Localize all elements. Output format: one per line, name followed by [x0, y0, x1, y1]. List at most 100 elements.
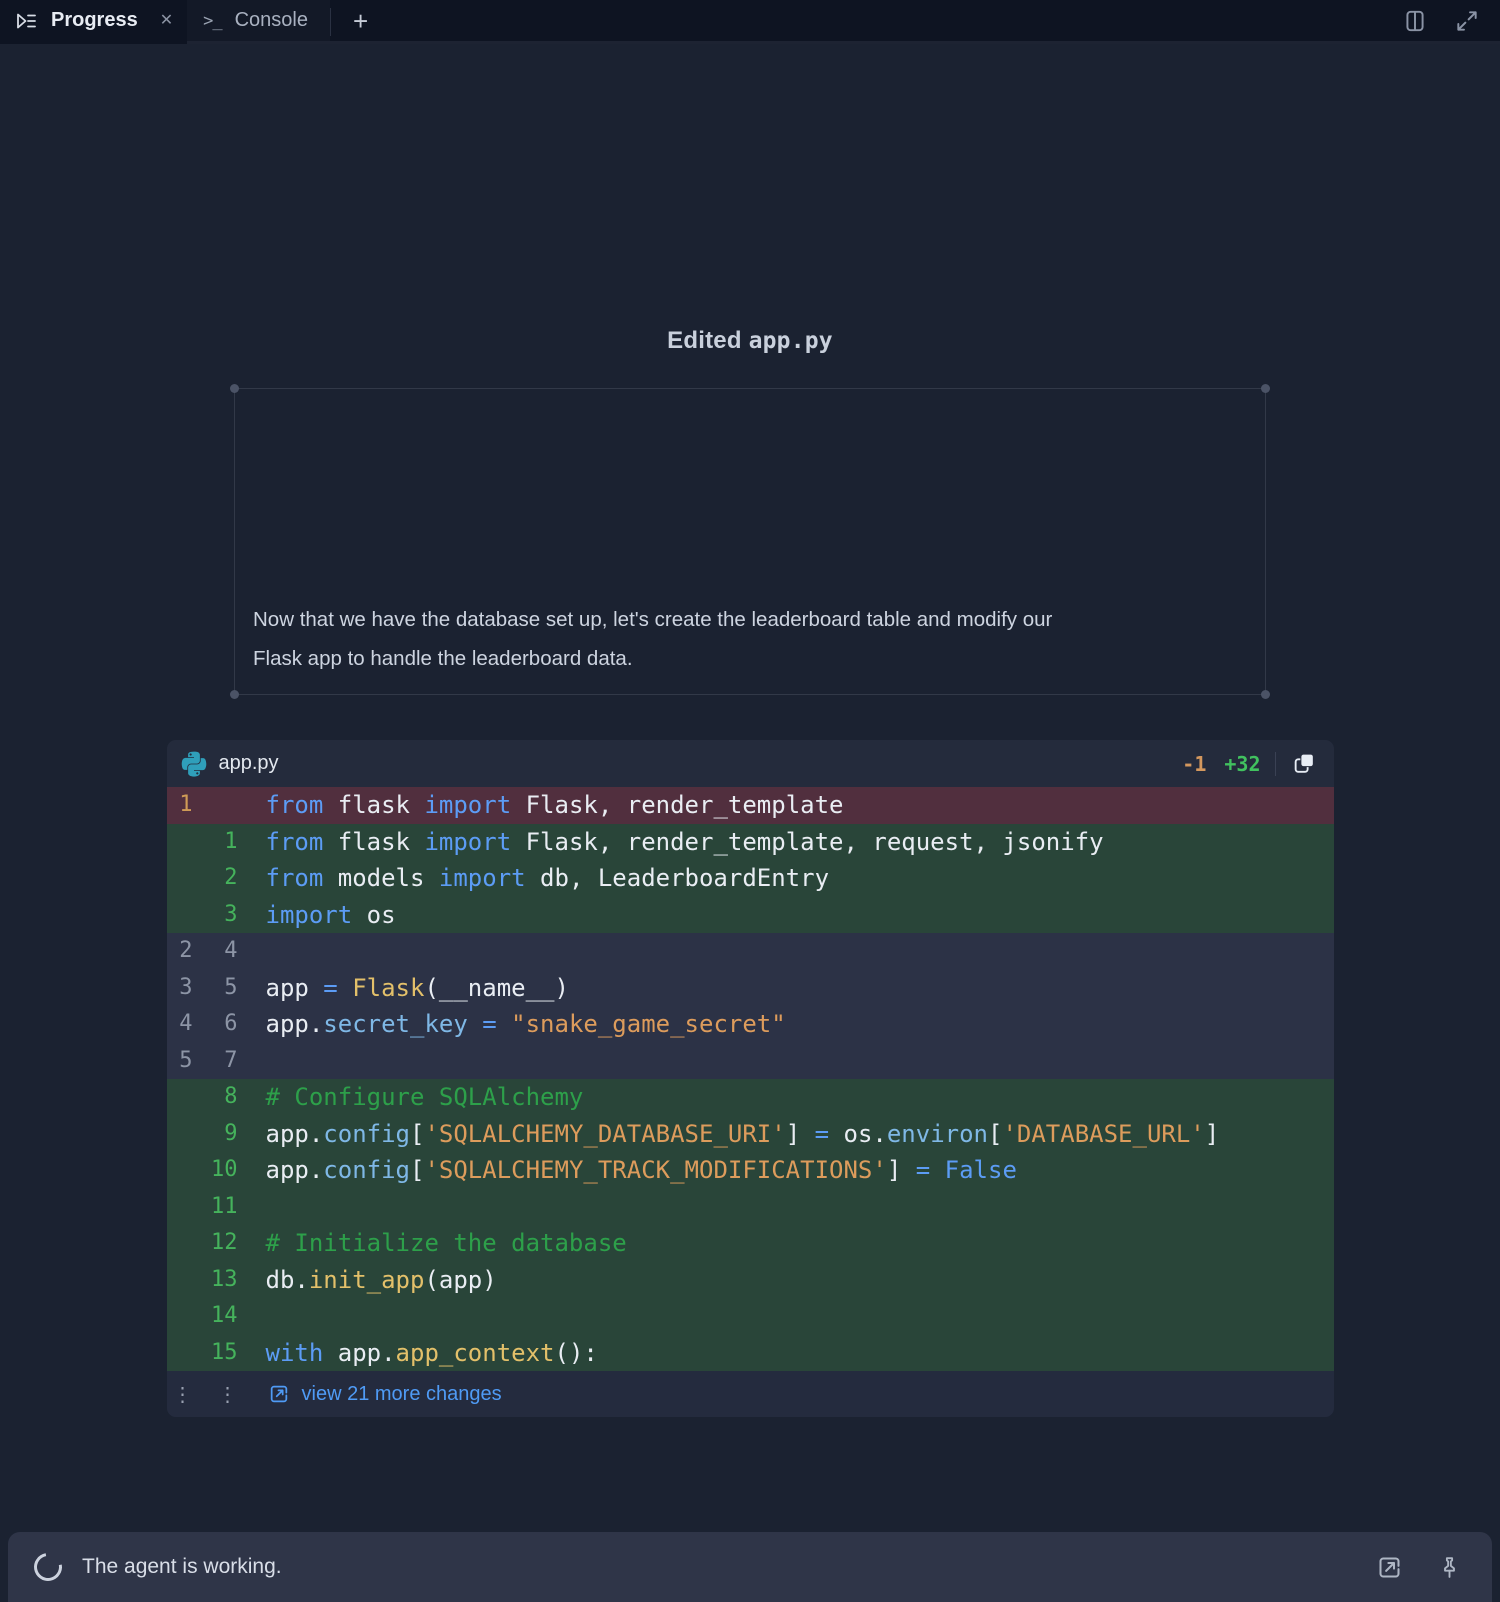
diff-row: 13db.init_app(app)	[167, 1262, 1334, 1299]
diff-row: 46app.secret_key = "snake_game_secret"	[167, 1006, 1334, 1043]
tab-console-label: Console	[235, 9, 308, 32]
pin-icon[interactable]	[1403, 1555, 1462, 1580]
code-line	[238, 1298, 266, 1335]
code-line: # Configure SQLAlchemy	[238, 1079, 584, 1116]
diff-rows: 1from flask import Flask, render_templat…	[167, 787, 1334, 1371]
diff-row: 57	[167, 1043, 1334, 1080]
old-line-number	[167, 1152, 193, 1189]
old-line-number	[167, 1116, 193, 1153]
tab-progress[interactable]: Progress ✕	[0, 0, 187, 44]
quote-corner-dot	[1261, 384, 1270, 393]
code-line: app.secret_key = "snake_game_secret"	[238, 1006, 786, 1043]
old-line-number	[167, 1225, 193, 1262]
tabbar-spacer	[390, 0, 1389, 41]
code-line: # Initialize the database	[238, 1225, 627, 1262]
quote-corner-dot	[230, 384, 239, 393]
diff-card: app.py -1 +32 1from flask import Flask, …	[167, 740, 1334, 1417]
progress-icon	[14, 9, 38, 33]
gutter-ellipsis: ⋮	[167, 1382, 193, 1407]
old-line-number	[167, 1079, 193, 1116]
diff-row: 2from models import db, LeaderboardEntry	[167, 860, 1334, 897]
new-line-number: 13	[193, 1262, 238, 1299]
old-line-number	[167, 1298, 193, 1335]
new-line-number: 7	[193, 1043, 238, 1080]
old-line-number	[167, 897, 193, 934]
diff-row: 10app.config['SQLALCHEMY_TRACK_MODIFICAT…	[167, 1152, 1334, 1189]
quote-corner-dot	[1261, 690, 1270, 699]
view-more-changes-link[interactable]: view 21 more changes	[268, 1383, 502, 1406]
code-line: app.config['SQLALCHEMY_TRACK_MODIFICATIO…	[238, 1152, 1017, 1189]
app-window: Progress ✕ >_ Console + Edited app.py	[0, 0, 1500, 1417]
progress-pane: Edited app.py Now that we have the datab…	[167, 327, 1334, 1417]
quote-text: Now that we have the database set up, le…	[253, 608, 1052, 670]
diff-row: 24	[167, 933, 1334, 970]
code-line: from models import db, LeaderboardEntry	[238, 860, 830, 897]
agent-status-bar: The agent is working.	[8, 1532, 1492, 1602]
diff-card-header: app.py -1 +32	[167, 740, 1334, 787]
diff-row: 3import os	[167, 897, 1334, 934]
python-icon	[181, 751, 207, 777]
new-line-number: 12	[193, 1225, 238, 1262]
expand-icon[interactable]	[1441, 0, 1500, 41]
open-diff-icon	[268, 1383, 290, 1405]
diff-row: 1 from flask import Flask, render_templat…	[167, 787, 1334, 824]
gutter-ellipsis: ⋮	[193, 1382, 238, 1407]
old-line-number: 3	[167, 970, 193, 1007]
diff-card-footer: ⋮ ⋮ view 21 more changes	[167, 1371, 1334, 1417]
old-line-number: 5	[167, 1043, 193, 1080]
new-line-number: 5	[193, 970, 238, 1007]
code-line: from flask import Flask, render_template	[238, 787, 844, 824]
diff-row: 11	[167, 1189, 1334, 1226]
copy-icon	[1292, 751, 1317, 776]
new-line-number: 2	[193, 860, 238, 897]
old-line-number: 2	[167, 933, 193, 970]
new-tab-button[interactable]: +	[331, 0, 390, 41]
view-more-changes-label: view 21 more changes	[302, 1383, 502, 1406]
code-line: with app.app_context():	[238, 1335, 598, 1372]
page-title-prefix: Edited	[667, 327, 742, 354]
code-line: from flask import Flask, render_template…	[238, 824, 1104, 861]
old-line-number	[167, 1335, 193, 1372]
diff-row: 9app.config['SQLALCHEMY_DATABASE_URI'] =…	[167, 1116, 1334, 1153]
open-in-new-icon[interactable]	[1342, 1554, 1403, 1581]
new-line-number: 9	[193, 1116, 238, 1153]
old-line-number	[167, 824, 193, 861]
new-line-number: 6	[193, 1006, 238, 1043]
quote-corner-dot	[230, 690, 239, 699]
header-divider	[1275, 752, 1276, 776]
copy-button[interactable]	[1290, 749, 1319, 778]
code-line: app = Flask(__name__)	[238, 970, 569, 1007]
old-line-number	[167, 1262, 193, 1299]
new-line-number: 4	[193, 933, 238, 970]
new-line-number: 10	[193, 1152, 238, 1189]
diff-row: 1from flask import Flask, render_templat…	[167, 824, 1334, 861]
close-tab-icon[interactable]: ✕	[160, 13, 173, 29]
code-line	[238, 1043, 266, 1080]
diff-row: 8# Configure SQLAlchemy	[167, 1079, 1334, 1116]
new-line-number: 11	[193, 1189, 238, 1226]
tab-bar: Progress ✕ >_ Console +	[0, 0, 1500, 44]
diff-row: 15with app.app_context():	[167, 1335, 1334, 1372]
diff-row: 35app = Flask(__name__)	[167, 970, 1334, 1007]
old-line-number	[167, 1189, 193, 1226]
new-line-number: 8	[193, 1079, 238, 1116]
page-title-filename: app.py	[749, 328, 833, 354]
removed-count: -1	[1182, 752, 1206, 776]
terminal-icon: >_	[203, 11, 221, 31]
user-prompt-quote: Now that we have the database set up, le…	[234, 388, 1266, 695]
added-count: +32	[1224, 752, 1260, 776]
tab-console[interactable]: >_ Console	[187, 0, 330, 41]
old-line-number	[167, 860, 193, 897]
new-line-number: 15	[193, 1335, 238, 1372]
new-line-number: 3	[193, 897, 238, 934]
new-line-number	[193, 787, 238, 824]
diff-row: 14	[167, 1298, 1334, 1335]
code-line	[238, 1189, 266, 1226]
old-line-number: 4	[167, 1006, 193, 1043]
code-line: app.config['SQLALCHEMY_DATABASE_URI'] = …	[238, 1116, 1220, 1153]
spinner-icon	[29, 1548, 68, 1587]
split-view-icon[interactable]	[1389, 0, 1441, 41]
code-line: import os	[238, 897, 396, 934]
old-line-number: 1	[167, 787, 193, 824]
new-line-number: 1	[193, 824, 238, 861]
